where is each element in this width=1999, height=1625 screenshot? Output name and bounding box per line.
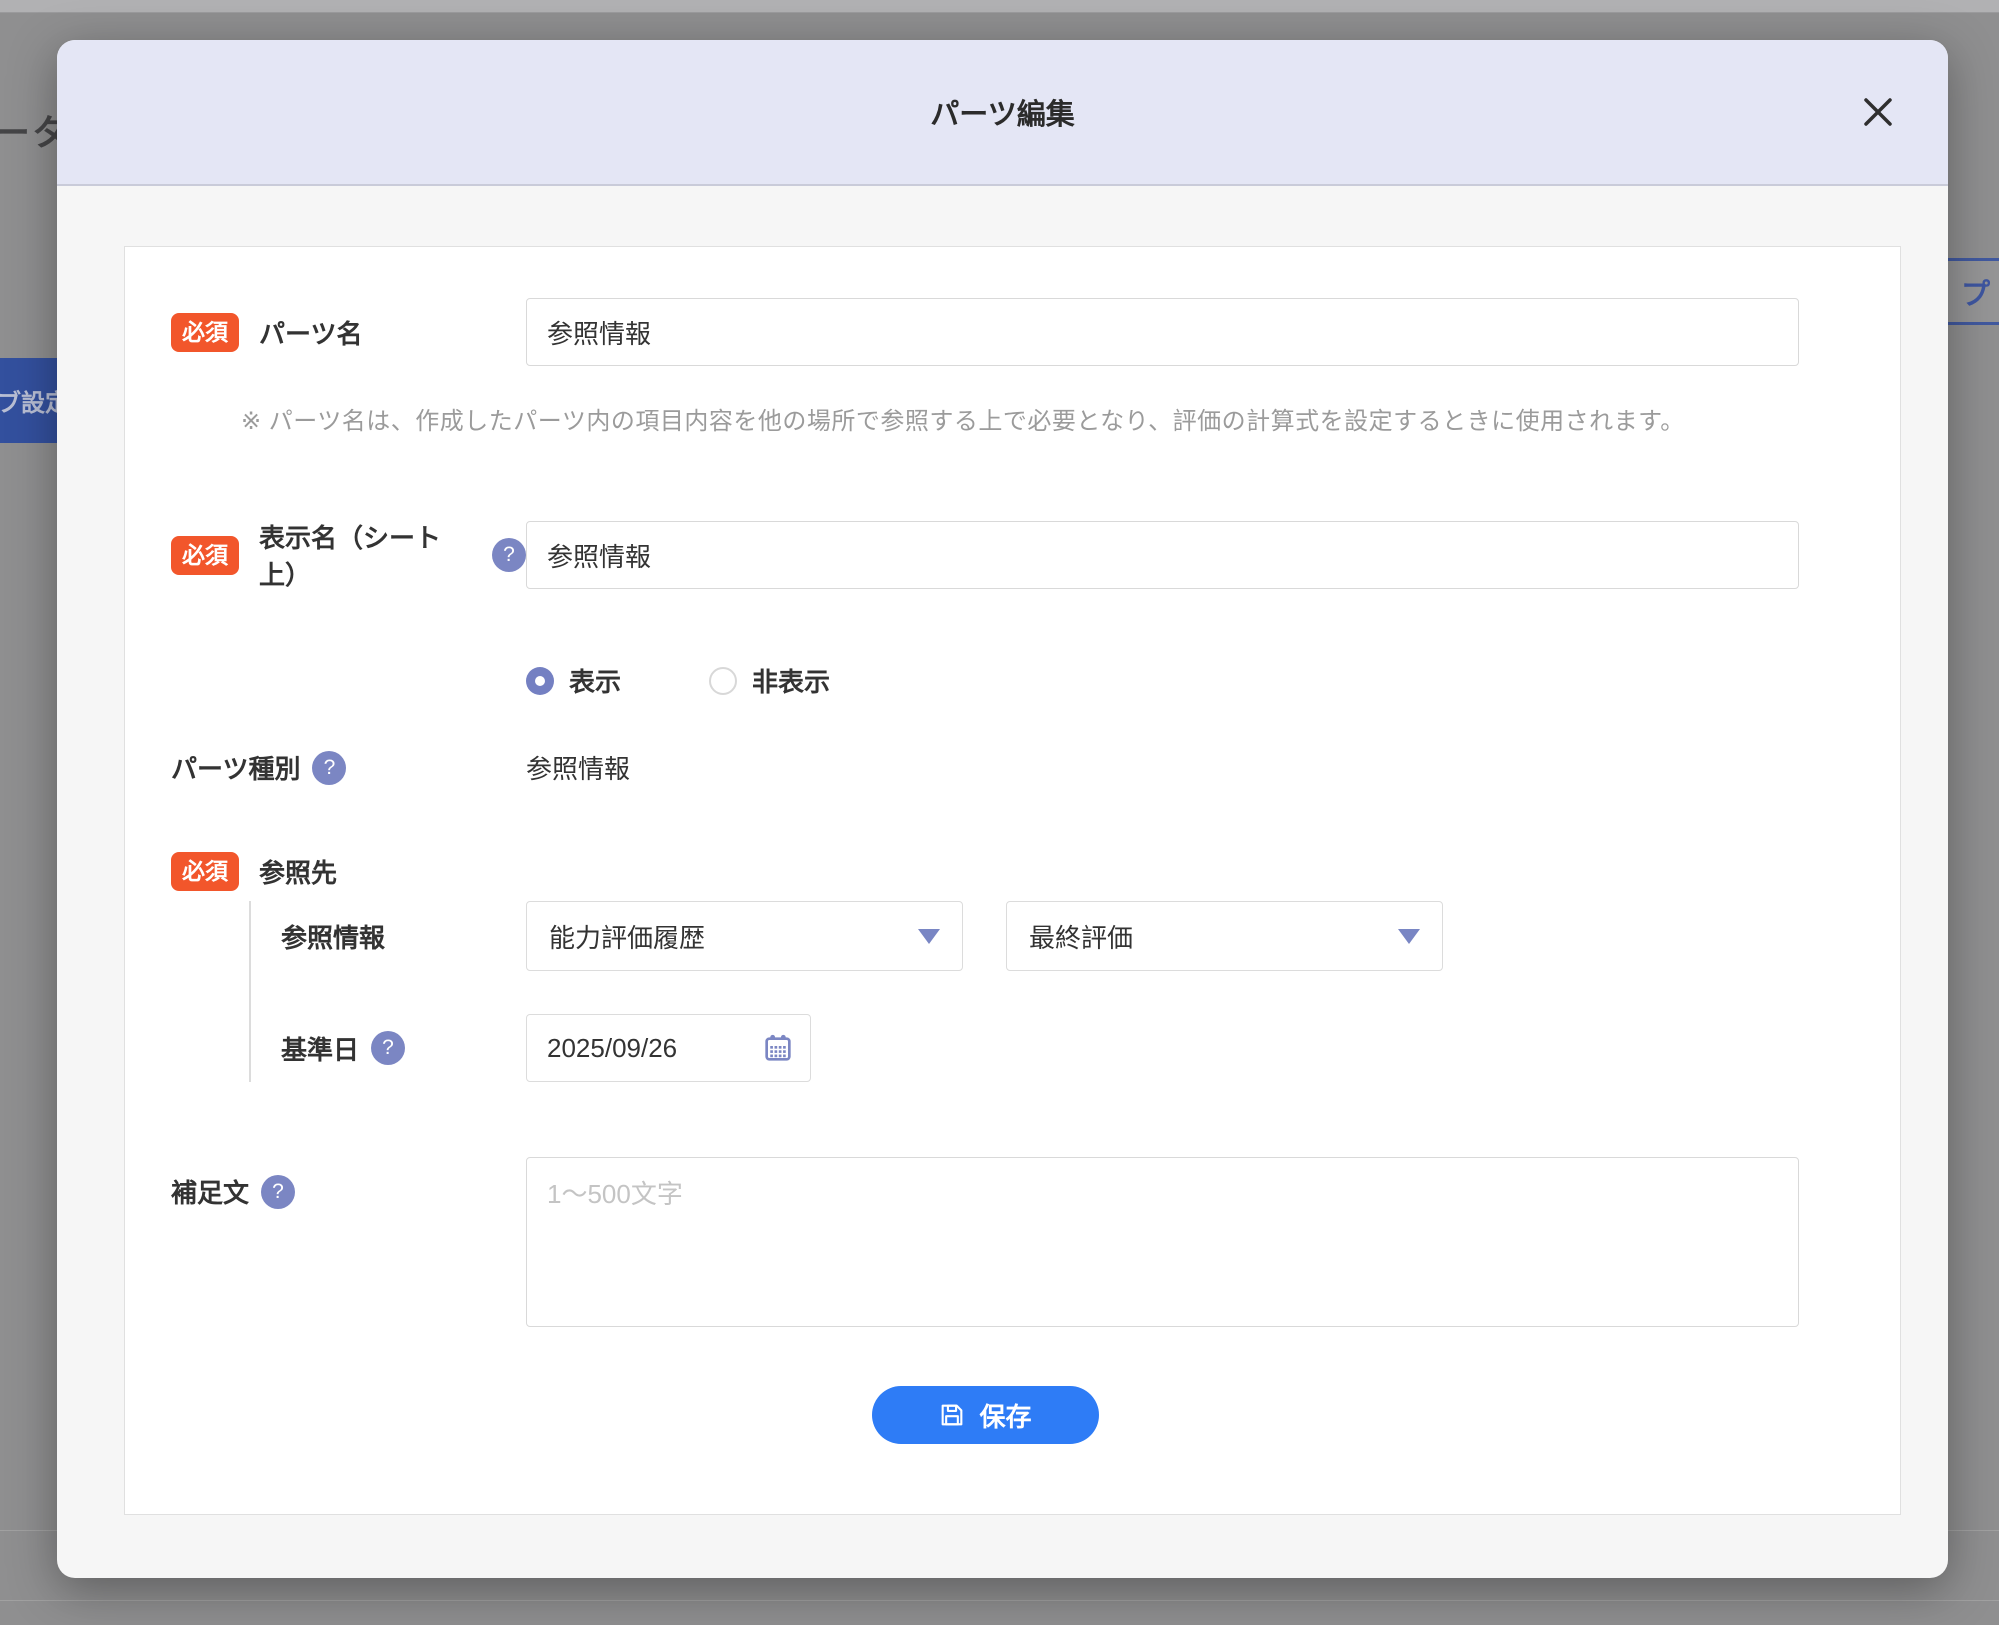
background-preview-button[interactable]: プ <box>1948 258 1999 325</box>
save-row: 保存 <box>171 1386 1799 1444</box>
reference-item-dropdown[interactable]: 最終評価 <box>1006 901 1443 971</box>
close-button[interactable] <box>1856 90 1900 134</box>
save-button[interactable]: 保存 <box>871 1386 1099 1444</box>
visibility-option-hide[interactable]: 非表示 <box>709 662 830 699</box>
visibility-option-show[interactable]: 表示 <box>526 662 621 699</box>
base-date-input[interactable]: 2025/09/26 <box>526 1014 811 1082</box>
parts-name-label: パーツ名 <box>259 318 363 349</box>
chevron-down-icon <box>1398 928 1420 944</box>
background-top-strip <box>0 0 1999 13</box>
parts-edit-modal: パーツ編集 必須 パーツ名 ※ パーツ名は、作成したパーツ内の項目内容を他の場所… <box>57 40 1948 1578</box>
modal-body: 必須 パーツ名 ※ パーツ名は、作成したパーツ内の項目内容を他の場所で参照する上… <box>57 186 1948 1515</box>
reference-row: 必須 参照先 <box>171 852 1860 891</box>
modal-header: パーツ編集 <box>57 40 1948 186</box>
parts-name-input[interactable] <box>526 298 1799 366</box>
help-icon[interactable]: ? <box>261 1174 296 1209</box>
help-icon[interactable]: ? <box>492 538 526 572</box>
reference-subgroup: 参照情報 能力評価履歴 最終評価 基準日 ? 2025/09/26 <box>249 901 1860 1082</box>
parts-name-note: ※ パーツ名は、作成したパーツ内の項目内容を他の場所で参照する上で必要となり、評… <box>241 408 1685 435</box>
parts-type-row: パーツ種別 ? 参照情報 <box>171 749 1860 786</box>
background-row-divider <box>0 1600 1999 1601</box>
background-tab-settings-button[interactable]: ブ設定 <box>0 358 62 443</box>
form-panel: 必須 パーツ名 ※ パーツ名は、作成したパーツ内の項目内容を他の場所で参照する上… <box>124 246 1901 1515</box>
calendar-icon <box>765 1034 791 1061</box>
required-badge: 必須 <box>171 312 239 352</box>
supplement-textarea[interactable] <box>526 1157 1799 1327</box>
parts-type-label: パーツ種別 <box>171 754 301 784</box>
radio-selected-icon <box>526 666 554 695</box>
parts-name-row: 必須 パーツ名 <box>171 298 1860 366</box>
supplement-label: 補足文 <box>171 1178 250 1208</box>
supplement-row: 補足文 ? <box>171 1157 1860 1327</box>
reference-info-label: 参照情報 <box>281 922 386 953</box>
base-date-label: 基準日 <box>281 1034 360 1065</box>
chevron-down-icon <box>918 928 940 944</box>
help-icon[interactable]: ? <box>312 750 347 785</box>
display-name-row: 必須 表示名（シート上） ? <box>171 518 1860 592</box>
parts-type-value: 参照情報 <box>526 754 631 784</box>
reference-label: 参照先 <box>259 858 338 888</box>
required-badge: 必須 <box>171 535 239 575</box>
display-name-input[interactable] <box>526 521 1799 589</box>
required-badge: 必須 <box>171 852 239 891</box>
visibility-radio-group: 表示 非表示 <box>526 662 1860 699</box>
close-icon <box>1864 98 1892 126</box>
radio-unselected-icon <box>709 666 738 695</box>
reference-source-dropdown[interactable]: 能力評価履歴 <box>526 901 963 971</box>
help-icon[interactable]: ? <box>371 1031 406 1065</box>
base-date-row: 基準日 ? 2025/09/26 <box>281 1014 1860 1082</box>
display-name-label: 表示名（シート上） <box>259 523 442 590</box>
save-icon <box>942 1404 963 1426</box>
modal-title: パーツ編集 <box>930 99 1075 131</box>
reference-info-row: 参照情報 能力評価履歴 最終評価 <box>281 901 1860 971</box>
